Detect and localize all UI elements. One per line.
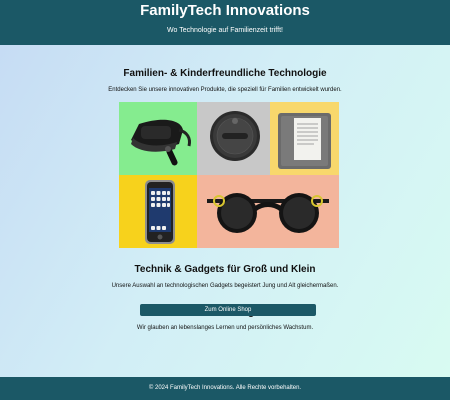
smart-glasses-icon bbox=[197, 175, 339, 248]
learning-text: Wir glauben an lebenslanges Lernen und p… bbox=[136, 325, 314, 331]
gadgets-text: Unsere Auswahl an technologischen Gadget… bbox=[111, 283, 339, 289]
smartphone-icon bbox=[119, 175, 197, 248]
page: FamilyTech Innovations Wo Technologie au… bbox=[0, 0, 450, 400]
ereader-icon bbox=[270, 102, 339, 175]
site-header: FamilyTech Innovations Wo Technologie au… bbox=[0, 0, 450, 45]
main-content: Familien- & Kinderfreundliche Technologi… bbox=[0, 45, 450, 377]
site-footer: © 2024 FamilyTech Innovations. Alle Rech… bbox=[0, 377, 450, 400]
footer-copyright: © 2024 FamilyTech Innovations. Alle Rech… bbox=[148, 385, 302, 391]
hero-subtitle: Entdecken Sie unsere innovativen Produkt… bbox=[108, 87, 342, 93]
vr-headset-icon bbox=[119, 102, 197, 175]
gadgets-title: Technik & Gadgets für Groß und Klein bbox=[134, 264, 316, 275]
tagline: Wo Technologie auf Familienzeit trifft! bbox=[167, 27, 283, 34]
online-shop-button[interactable]: Zum Online Shop bbox=[140, 304, 316, 316]
robot-vacuum-icon bbox=[197, 102, 270, 175]
brand-title: FamilyTech Innovations bbox=[140, 2, 310, 19]
product-gallery bbox=[119, 102, 339, 248]
hero-title: Familien- & Kinderfreundliche Technologi… bbox=[123, 68, 327, 79]
